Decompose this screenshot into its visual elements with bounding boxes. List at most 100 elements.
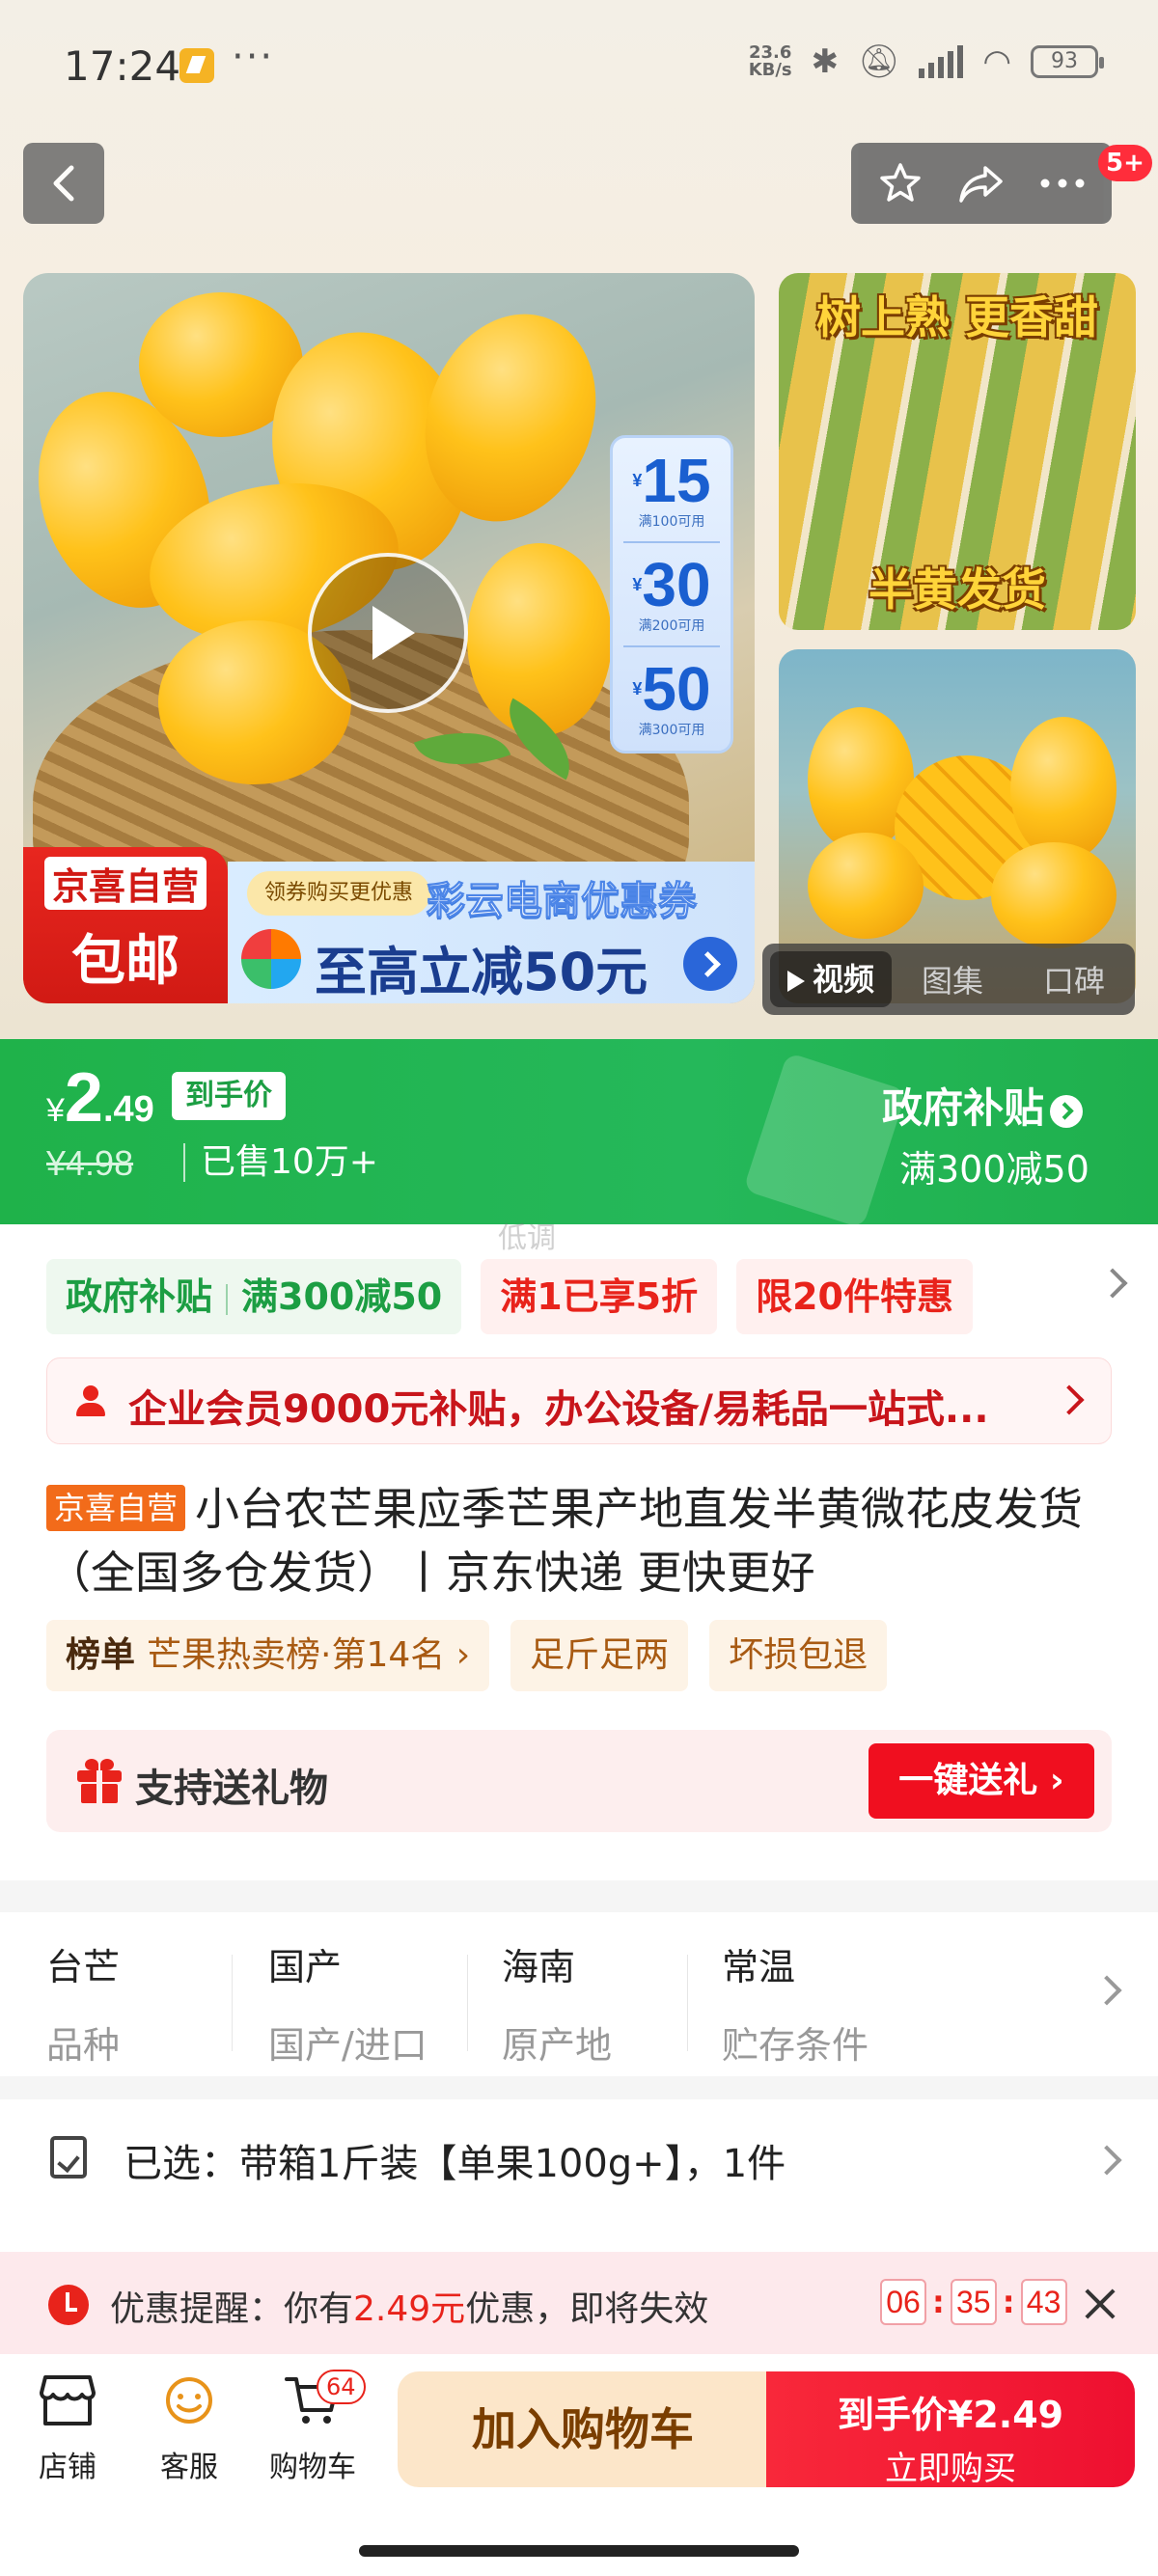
chevron-left-icon (53, 165, 74, 202)
message-count-badge: 5+ (1098, 145, 1152, 181)
coupon-stack[interactable]: ¥15 满100可用 ¥30 满200可用 ¥50 满300可用 (610, 435, 733, 754)
divider (232, 1955, 233, 2051)
timer-seconds: 43 (1020, 2279, 1067, 2325)
chevron-right-icon[interactable] (1097, 1268, 1128, 1299)
customer-service-button[interactable]: 客服 (141, 2373, 237, 2485)
status-icons: 23.6 KB/s ✱ 🔕︎ ◠ 93 (748, 42, 1104, 81)
coupon-15: ¥15 满100可用 (632, 445, 711, 530)
product-title: 京喜自营 小台农芒果应季芒果产地直发半黄微花皮发货（全国多仓发货）丨京东快递 更快… (46, 1483, 1084, 1599)
coupon-divider (623, 645, 720, 648)
timer-hours: 06 (880, 2279, 926, 2325)
gift-icon (77, 1759, 122, 1803)
gift-banner: 支持送礼物 一键送礼 › (46, 1730, 1112, 1832)
spec-storage: 常温 贮存条件 (722, 1946, 869, 2067)
thumbnail-image-1[interactable]: 树上熟 更香甜 半黄发货 (779, 273, 1136, 630)
countdown-timer: 06 : 35 : 43 (880, 2279, 1067, 2325)
shop-icon (40, 2375, 96, 2425)
government-subsidy-link[interactable]: 政府补贴 (882, 1076, 1084, 1135)
mango-image (808, 833, 924, 939)
enterprise-member-banner[interactable]: 企业会员9000元补贴，办公设备/易耗品一站式... (46, 1357, 1112, 1444)
favorite-star-icon[interactable] (877, 160, 924, 206)
home-indicator[interactable] (359, 2545, 799, 2557)
tab-reviews[interactable]: 口碑 (1013, 957, 1135, 1001)
free-shipping-label: 包邮 (71, 930, 179, 993)
buy-price-label: 到手价¥2.49 (837, 2394, 1064, 2436)
spec-origin: 海南 原产地 (502, 1946, 613, 2067)
coupon-30: ¥30 满200可用 (632, 549, 711, 634)
feature-chips: 榜单 芒果热卖榜·第14名 › 足斤足两 坏损包退 (46, 1620, 888, 1691)
bluetooth-icon: ✱ (811, 42, 840, 81)
promo-title: 彩云电商优惠券 (427, 879, 698, 924)
network-speed: 23.6 KB/s (748, 42, 792, 80)
final-price-label: 到手价 (172, 1072, 286, 1120)
final-price: ¥2.49 (46, 1059, 154, 1137)
buy-now-label: 立即购买 (885, 2450, 1016, 2488)
coupon-promo-banner[interactable]: 领券购买更优惠 彩云电商优惠券 至高立减50元 (228, 862, 755, 1003)
user-icon (76, 1385, 105, 1418)
battery-icon: 93 (1031, 45, 1104, 78)
divider (467, 1955, 468, 2051)
share-icon[interactable] (956, 160, 1006, 206)
divider (687, 1955, 688, 2051)
reminder-text: 优惠提醒：你有2.49元优惠，即将失效 (110, 2289, 709, 2329)
wifi-icon: ◠ (982, 42, 1011, 81)
media-tabs: 视频 图集 口碑 (762, 944, 1135, 1015)
mango-image (991, 842, 1117, 948)
thumbnail-caption-top: 树上熟 更香甜 (815, 291, 1098, 343)
limited-offer-tag[interactable]: 限20件特惠 (736, 1259, 973, 1334)
play-video-button[interactable] (308, 553, 468, 713)
coupon-50: ¥50 满300可用 (632, 654, 711, 739)
self-operated-label: 京喜自营 (43, 857, 207, 910)
price-band: ¥2.49 到手价 ¥4.98 已售10万+ 政府补贴 满300减50 (0, 1039, 1158, 1229)
clock-icon (48, 2285, 89, 2325)
shop-button[interactable]: 店铺 (19, 2373, 116, 2485)
self-operated-badge: 京喜自营 (46, 1485, 186, 1531)
chevron-right-icon (1091, 2145, 1122, 2176)
buy-now-button[interactable]: 到手价¥2.49 立即购买 (766, 2371, 1135, 2488)
status-time: 17:24 (64, 42, 181, 90)
top-action-group (851, 143, 1112, 224)
tab-video[interactable]: 视频 (770, 951, 892, 1007)
main-product-image[interactable]: ¥15 满100可用 ¥30 满200可用 ¥50 满300可用 京喜自营 包邮… (23, 273, 755, 1003)
bottom-action-bar: 店铺 客服 购物车 64 加入购物车 到手价¥2.49 立即购买 (0, 2354, 1158, 2576)
chevron-right-icon (1091, 1975, 1122, 2006)
member-banner-text: 企业会员9000元补贴，办公设备/易耗品一站式... (128, 1387, 989, 1432)
chevron-right-icon (1054, 1384, 1085, 1415)
add-to-cart-button[interactable]: 加入购物车 (398, 2371, 768, 2487)
tab-gallery[interactable]: 图集 (892, 957, 1013, 1001)
specs-card[interactable]: 台芒 品种 国产 国产/进口 海南 原产地 常温 贮存条件 (0, 1912, 1158, 2076)
mango-image (1010, 717, 1117, 862)
chevron-right-icon (1050, 1094, 1084, 1128)
subsidy-tag[interactable]: 政府补贴 满300减50 (46, 1259, 462, 1334)
back-button[interactable] (23, 143, 104, 224)
status-bar: 17:24 ··· 23.6 KB/s ✱ 🔕︎ ◠ 93 (0, 0, 1158, 130)
cart-count-badge: 64 (317, 2370, 366, 2404)
promo-arrow-icon[interactable] (683, 937, 737, 991)
discount-tag[interactable]: 满1已享5折 (481, 1259, 718, 1334)
coupon-divider (623, 540, 720, 543)
more-icon[interactable] (1039, 178, 1086, 189)
mango-image (467, 543, 612, 736)
sold-count: 已售10万+ (183, 1143, 378, 1182)
promo-main-text: 至高立减50元 (315, 942, 648, 1002)
damage-refund-chip[interactable]: 坏损包退 (709, 1620, 888, 1691)
clipboard-check-icon (50, 2136, 87, 2179)
product-info-card: 政府补贴 满300减50 满1已享5折 限20件特惠 企业会员9000元补贴，办公… (0, 1224, 1158, 1880)
free-shipping-badge: 京喜自营 包邮 (23, 847, 228, 1003)
spec-origin-type: 国产 国产/进口 (268, 1946, 427, 2067)
promo-chip: 领券购买更优惠 (247, 871, 431, 916)
customer-service-icon (166, 2377, 212, 2424)
selected-variant-row[interactable]: 已选：带箱1斤装【单果100g+】，1件 (0, 2099, 1158, 2254)
spec-variety: 台芒 品种 (46, 1946, 121, 2067)
thumbnail-caption-bottom: 半黄发货 (868, 563, 1046, 616)
mute-icon: 🔕︎ (858, 42, 900, 81)
notification-app-icon (179, 48, 214, 83)
discount-reminder-bar: 优惠提醒：你有2.49元优惠，即将失效 06 : 35 : 43 (0, 2252, 1158, 2354)
full-weight-chip[interactable]: 足斤足两 (510, 1620, 689, 1691)
close-icon[interactable] (1081, 2285, 1119, 2323)
more-notifications-icon: ··· (232, 35, 275, 79)
ranking-chip[interactable]: 榜单 芒果热卖榜·第14名 › (46, 1620, 490, 1691)
product-hero: 17:24 ··· 23.6 KB/s ✱ 🔕︎ ◠ 93 5+ ¥15 满10… (0, 0, 1158, 1039)
watermark-text: 低调 (498, 1221, 556, 1255)
send-gift-button[interactable]: 一键送礼 › (868, 1743, 1094, 1819)
